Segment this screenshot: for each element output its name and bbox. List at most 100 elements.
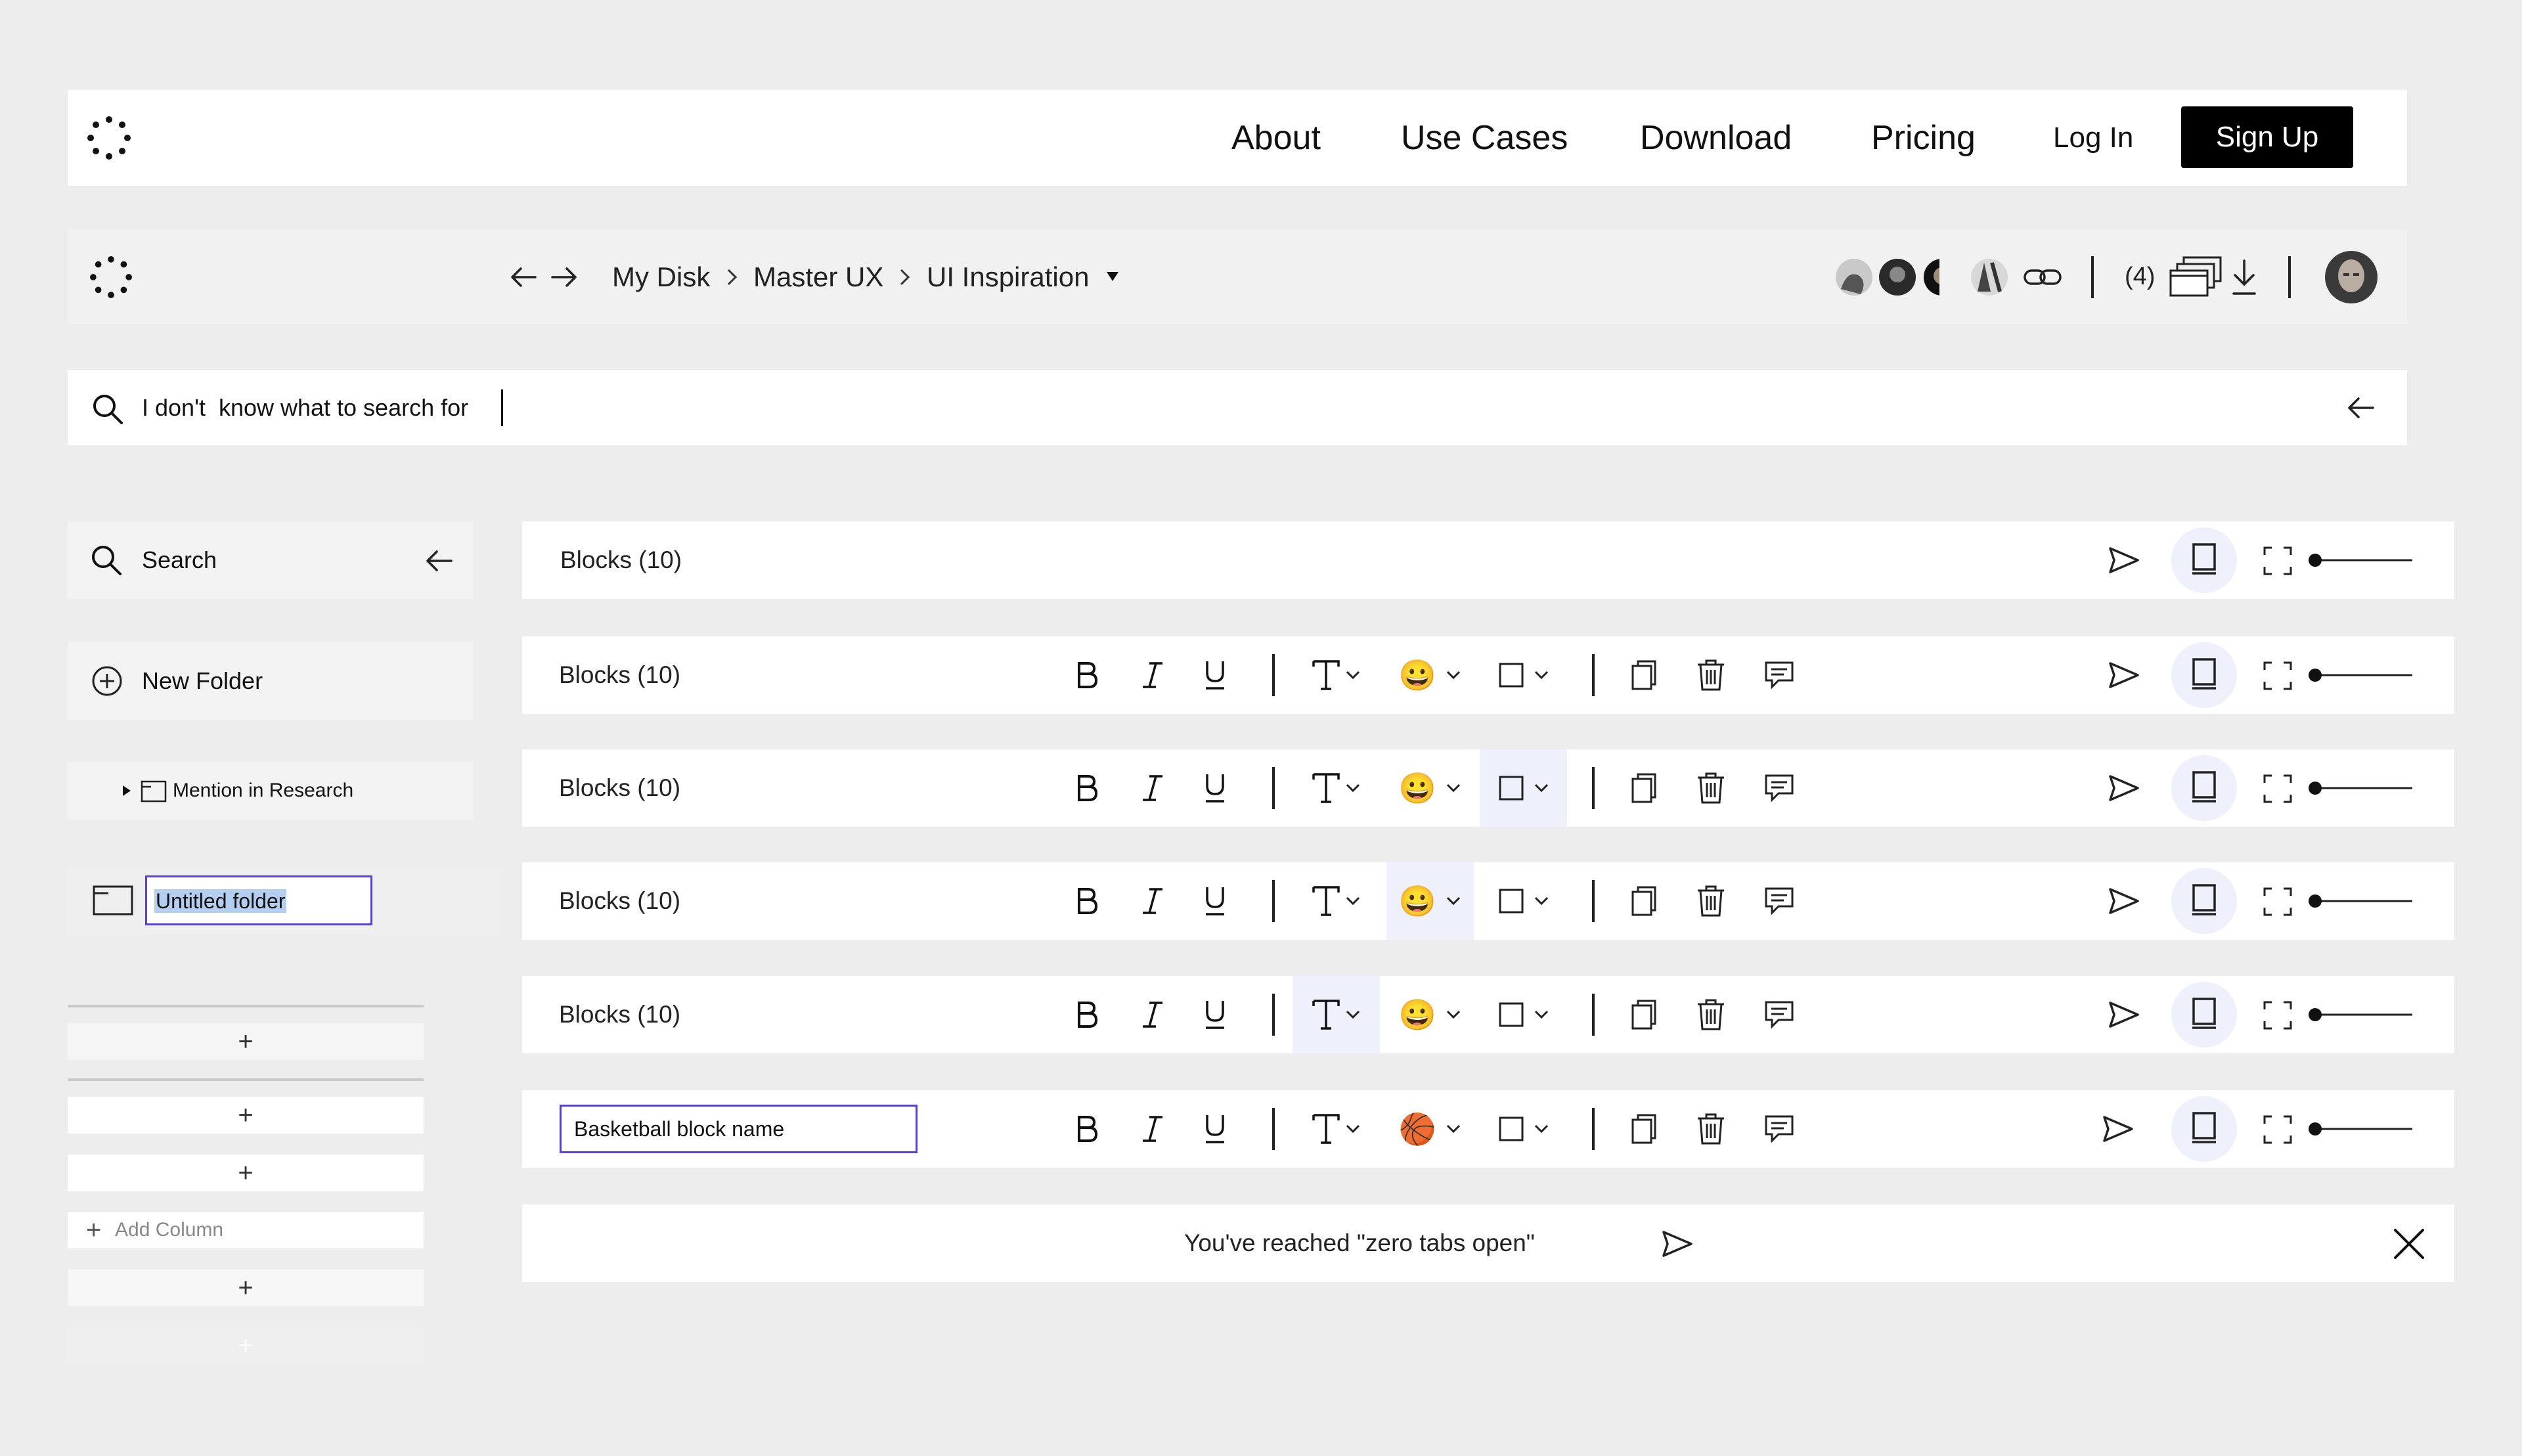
breadcrumb-my-disk[interactable]: My Disk: [612, 230, 710, 324]
back-arrow-icon[interactable]: [509, 263, 538, 292]
add-row-button[interactable]: +: [68, 1269, 424, 1306]
bold-button[interactable]: [1071, 636, 1103, 714]
underline-button[interactable]: [1199, 862, 1231, 940]
zoom-slider[interactable]: [2309, 551, 2414, 569]
bold-button[interactable]: [1071, 976, 1103, 1053]
user-avatar[interactable]: [2324, 250, 2379, 305]
new-folder-button[interactable]: New Folder: [68, 642, 473, 720]
logo-icon[interactable]: [90, 256, 132, 298]
fullscreen-icon[interactable]: [2263, 546, 2293, 576]
fullscreen-icon[interactable]: [2263, 887, 2293, 917]
download-icon[interactable]: [2231, 258, 2257, 296]
expand-triangle-icon[interactable]: [122, 784, 132, 797]
panel-icon[interactable]: [2191, 884, 2217, 917]
search-bar[interactable]: I don't know what to search for: [68, 370, 2407, 445]
fullscreen-icon[interactable]: [2263, 1000, 2293, 1030]
block-row[interactable]: Basketball block name 🏀: [522, 1090, 2454, 1168]
italic-button[interactable]: [1136, 636, 1169, 714]
fullscreen-icon[interactable]: [2263, 774, 2293, 804]
panel-icon[interactable]: [2191, 1112, 2217, 1145]
emoji-dropdown[interactable]: 🏀: [1386, 1090, 1474, 1168]
panel-icon[interactable]: [2191, 543, 2217, 576]
send-icon[interactable]: [2102, 1114, 2135, 1143]
send-icon[interactable]: [1661, 1229, 1694, 1258]
zoom-slider[interactable]: [2309, 1120, 2414, 1138]
bold-button[interactable]: [1071, 749, 1103, 827]
fullscreen-icon[interactable]: [2263, 1114, 2293, 1145]
logo-icon[interactable]: [87, 116, 131, 160]
breadcrumb-ui-inspiration[interactable]: UI Inspiration: [927, 230, 1089, 324]
add-column-button[interactable]: + Add Column: [68, 1212, 424, 1248]
nav-about[interactable]: About: [1231, 90, 1321, 186]
trash-button[interactable]: [1694, 862, 1727, 940]
text-style-dropdown[interactable]: [1293, 976, 1380, 1053]
collaborator-avatar[interactable]: [1968, 256, 2010, 298]
stacked-windows-icon[interactable]: [2169, 256, 2222, 297]
block-row[interactable]: Blocks (10) 😀: [522, 636, 2454, 714]
forward-arrow-icon[interactable]: [550, 263, 579, 292]
copy-button[interactable]: [1627, 636, 1660, 714]
signup-button[interactable]: Sign Up: [2181, 106, 2353, 168]
nav-use-cases[interactable]: Use Cases: [1401, 90, 1568, 186]
send-icon[interactable]: [2108, 546, 2140, 575]
italic-button[interactable]: [1136, 976, 1169, 1053]
trash-button[interactable]: [1694, 636, 1727, 714]
underline-button[interactable]: [1199, 976, 1231, 1053]
bold-button[interactable]: [1071, 1090, 1103, 1168]
panel-icon[interactable]: [2191, 658, 2217, 691]
italic-button[interactable]: [1136, 749, 1169, 827]
comment-button[interactable]: [1763, 862, 1796, 940]
comment-button[interactable]: [1763, 749, 1796, 827]
underline-button[interactable]: [1199, 636, 1231, 714]
border-dropdown[interactable]: [1480, 976, 1567, 1053]
italic-button[interactable]: [1136, 862, 1169, 940]
collapse-arrow-icon[interactable]: [425, 548, 454, 574]
underline-button[interactable]: [1199, 1090, 1231, 1168]
add-row-button[interactable]: +: [68, 1097, 424, 1134]
caret-down-icon[interactable]: [1105, 271, 1120, 282]
trash-button[interactable]: [1694, 1090, 1727, 1168]
close-icon[interactable]: [2393, 1227, 2425, 1260]
zoom-slider[interactable]: [2309, 1005, 2414, 1024]
zoom-slider[interactable]: [2309, 779, 2414, 797]
text-style-dropdown[interactable]: [1293, 749, 1380, 827]
send-icon[interactable]: [2108, 661, 2140, 690]
trash-button[interactable]: [1694, 976, 1727, 1053]
send-icon[interactable]: [2108, 887, 2140, 916]
trash-button[interactable]: [1694, 749, 1727, 827]
zoom-slider[interactable]: [2309, 892, 2414, 910]
copy-button[interactable]: [1627, 976, 1660, 1053]
send-icon[interactable]: [2108, 774, 2140, 803]
border-dropdown[interactable]: [1480, 862, 1567, 940]
zoom-slider[interactable]: [2309, 666, 2414, 684]
copy-button[interactable]: [1627, 749, 1660, 827]
collapse-arrow-icon[interactable]: [2347, 395, 2376, 421]
nav-pricing[interactable]: Pricing: [1871, 90, 1976, 186]
block-row[interactable]: Blocks (10) 😀: [522, 862, 2454, 940]
add-row-button[interactable]: +: [68, 1155, 424, 1191]
underline-button[interactable]: [1199, 749, 1231, 827]
block-row[interactable]: Blocks (10) 😀: [522, 976, 2454, 1053]
link-icon[interactable]: [2023, 264, 2062, 290]
text-style-dropdown[interactable]: [1293, 636, 1380, 714]
send-icon[interactable]: [2108, 1000, 2140, 1029]
emoji-dropdown[interactable]: 😀: [1386, 749, 1474, 827]
bold-button[interactable]: [1071, 862, 1103, 940]
emoji-dropdown[interactable]: 😀: [1386, 862, 1474, 940]
collaborator-avatars[interactable]: [1834, 256, 1939, 298]
copy-button[interactable]: [1627, 862, 1660, 940]
emoji-dropdown[interactable]: 😀: [1386, 636, 1474, 714]
border-dropdown[interactable]: [1480, 1090, 1567, 1168]
comment-button[interactable]: [1763, 976, 1796, 1053]
fullscreen-icon[interactable]: [2263, 661, 2293, 691]
panel-icon[interactable]: [2191, 998, 2217, 1030]
text-style-dropdown[interactable]: [1293, 862, 1380, 940]
folder-name-input[interactable]: Untitled folder: [145, 875, 372, 925]
italic-button[interactable]: [1136, 1090, 1169, 1168]
add-row-button[interactable]: +: [68, 1023, 424, 1060]
search-input[interactable]: I don't know what to search for: [142, 370, 468, 445]
nav-download[interactable]: Download: [1640, 90, 1792, 186]
block-row[interactable]: Blocks (10) 😀: [522, 749, 2454, 827]
breadcrumb-master-ux[interactable]: Master UX: [753, 230, 883, 324]
border-dropdown[interactable]: [1480, 749, 1567, 827]
